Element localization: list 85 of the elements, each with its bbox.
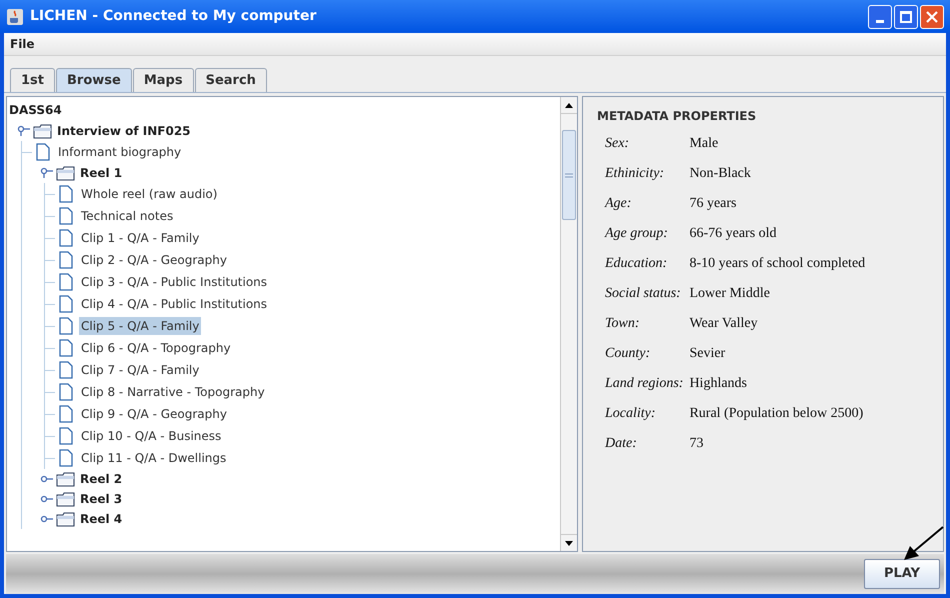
tab[interactable]: Maps [132,68,194,92]
close-button[interactable] [920,4,944,28]
property-label: Education: [605,255,668,273]
property-label: Town: [605,315,641,333]
tree-toggle-icon[interactable] [40,513,54,525]
tree-item[interactable]: Clip 9 - Q/A - Geography [79,405,229,423]
property-value: 66-76 years old [689,225,778,243]
property-value: 76 years [689,195,738,213]
property-label: Age group: [605,225,669,243]
property-label: Age: [605,195,632,213]
document-icon [59,339,73,357]
tree-item[interactable]: Clip 8 - Narrative - Topography [79,383,267,401]
folder-icon [56,492,76,506]
property-value: Sevier [689,345,726,363]
property-label: Ethinicity: [605,165,666,183]
tree-folder-label[interactable]: Interview of INF025 [57,122,191,140]
property-value: Lower Middle [689,285,771,303]
tree-root-label[interactable]: DASS64 [9,102,62,118]
document-icon [59,295,73,313]
tree-item[interactable]: Clip 2 - Q/A - Geography [79,251,229,269]
document-icon [59,207,73,225]
folder-icon [56,472,76,486]
folder-icon [56,512,76,526]
tree-item[interactable]: Clip 4 - Q/A - Public Institutions [79,295,270,313]
property-label: Land regions: [605,375,684,393]
tree-folder-label[interactable]: Reel 2 [80,470,122,488]
tree-folder-label[interactable]: Reel 3 [80,490,122,508]
tree-item[interactable]: Clip 3 - Q/A - Public Institutions [79,273,270,291]
tree-item[interactable]: Clip 1 - Q/A - Family [79,229,202,247]
tree-item[interactable]: Clip 11 - Q/A - Dwellings [79,449,228,467]
tree-toggle-icon[interactable] [40,167,54,179]
property-value: Non-Black [689,165,752,183]
property-value: Highlands [689,375,748,393]
tree-item[interactable]: Whole reel (raw audio) [79,185,220,203]
property-label: Social status: [605,285,682,303]
property-value: Wear Valley [689,315,759,333]
play-button[interactable]: PLAY [864,559,940,589]
tree-item[interactable]: Clip 7 - Q/A - Family [79,361,202,379]
tree-item[interactable]: Clip 5 - Q/A - Family [79,317,202,335]
grip-icon [565,172,573,178]
scroll-down-icon[interactable] [565,540,573,546]
scroll-up-icon[interactable] [565,102,573,108]
scrollbar-thumb[interactable] [562,130,576,220]
metadata-title: METADATA PROPERTIES [597,108,758,125]
tree-toggle-icon[interactable] [40,493,54,505]
tree-folder-label[interactable]: Reel 4 [80,510,122,528]
property-value: 73 [689,435,704,453]
tree-item[interactable]: Clip 6 - Q/A - Topography [79,339,233,357]
tab[interactable]: Search [194,68,267,92]
document-icon [59,273,73,291]
property-label: Locality: [605,405,657,423]
tree-toggle-icon[interactable] [17,125,31,137]
tree-item[interactable]: Informant biography [56,143,184,161]
document-icon [59,185,73,203]
minimize-button[interactable] [868,4,892,28]
folder-icon [56,166,76,180]
folder-icon [33,124,53,138]
coffee-cup-icon [6,8,24,26]
tab[interactable]: Browse [56,68,132,92]
window-title: LICHEN - Connected to My computer [30,7,318,26]
property-value: 8-10 years of school completed [689,255,866,273]
document-icon [59,361,73,379]
tree-item[interactable]: Technical notes [79,207,176,225]
menu-item[interactable]: File [8,35,37,53]
arrow-annotation [902,526,944,562]
document-icon [59,251,73,269]
document-icon [59,383,73,401]
tab[interactable]: 1st [10,68,55,92]
document-icon [36,143,50,161]
scrollbar[interactable] [560,97,577,551]
property-label: County: [605,345,652,363]
document-icon [59,405,73,423]
maximize-button[interactable] [894,4,918,28]
property-label: Date: [605,435,638,453]
tree-folder-label[interactable]: Reel 1 [80,164,122,182]
tree-item[interactable]: Clip 10 - Q/A - Business [79,427,224,445]
document-icon [59,317,73,335]
property-value: Rural (Population below 2500) [689,405,864,423]
close-icon [926,10,938,22]
document-icon [59,229,73,247]
property-label: Sex: [605,135,630,153]
document-icon [59,427,73,445]
tree-toggle-icon[interactable] [40,473,54,485]
property-value: Male [689,135,720,153]
document-icon [59,449,73,467]
